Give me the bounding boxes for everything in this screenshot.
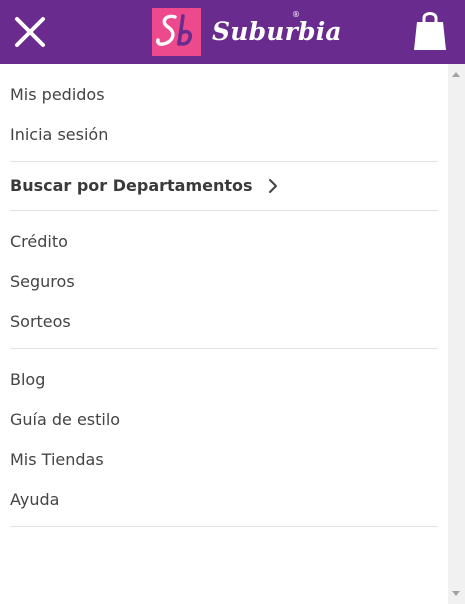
menu-item-ayuda[interactable]: Ayuda	[10, 480, 438, 520]
menu-group-account: Mis pedidos Inicia sesión	[10, 64, 438, 162]
chevron-right-icon	[268, 179, 277, 193]
menu-item-guia-de-estilo[interactable]: Guía de estilo	[10, 400, 438, 440]
side-menu: Mis pedidos Inicia sesión Buscar por Dep…	[0, 64, 448, 604]
logo-wordmark: Suburbia	[212, 17, 342, 46]
menu-group-services: Crédito Seguros Sorteos	[10, 211, 438, 349]
menu-item-label: Seguros	[10, 272, 75, 291]
menu-item-label: Guía de estilo	[10, 410, 121, 429]
menu-item-label: Inicia sesión	[10, 125, 109, 144]
menu-item-label: Ayuda	[10, 490, 60, 509]
menu-item-inicia-sesion[interactable]: Inicia sesión	[10, 115, 438, 155]
menu-item-mis-tiendas[interactable]: Mis Tiendas	[10, 440, 438, 480]
menu-item-buscar-por-departamentos[interactable]: Buscar por Departamentos	[10, 166, 438, 206]
top-header: Suburbia ®	[0, 0, 465, 64]
menu-item-label: Mis pedidos	[10, 85, 105, 104]
menu-item-mis-pedidos[interactable]: Mis pedidos	[10, 75, 438, 115]
scroll-up-icon[interactable]	[452, 72, 460, 77]
shopping-bag-icon	[414, 12, 446, 50]
menu-item-seguros[interactable]: Seguros	[10, 262, 438, 302]
scroll-down-icon[interactable]	[452, 591, 460, 596]
menu-item-label: Buscar por Departamentos	[10, 176, 253, 195]
cart-button[interactable]	[413, 9, 447, 51]
menu-item-label: Mis Tiendas	[10, 450, 104, 469]
app-window: Suburbia ® Mis pedidos Inicia sesión Bus…	[0, 0, 465, 604]
menu-item-sorteos[interactable]: Sorteos	[10, 302, 438, 342]
menu-item-label: Blog	[10, 370, 46, 389]
menu-group-info: Blog Guía de estilo Mis Tiendas Ayuda	[10, 349, 438, 527]
menu-item-credito[interactable]: Crédito	[10, 222, 438, 262]
vertical-scrollbar[interactable]	[448, 64, 465, 604]
menu-item-blog[interactable]: Blog	[10, 360, 438, 400]
close-icon	[15, 17, 45, 47]
logo-badge	[152, 8, 201, 56]
menu-item-label: Crédito	[10, 232, 68, 251]
menu-item-label: Sorteos	[10, 312, 71, 331]
suburbia-logo[interactable]: Suburbia ®	[152, 8, 342, 56]
registered-mark: ®	[292, 10, 300, 19]
sb-monogram-icon	[156, 14, 193, 46]
close-menu-button[interactable]	[10, 12, 50, 52]
menu-group-departments: Buscar por Departamentos	[10, 162, 438, 211]
